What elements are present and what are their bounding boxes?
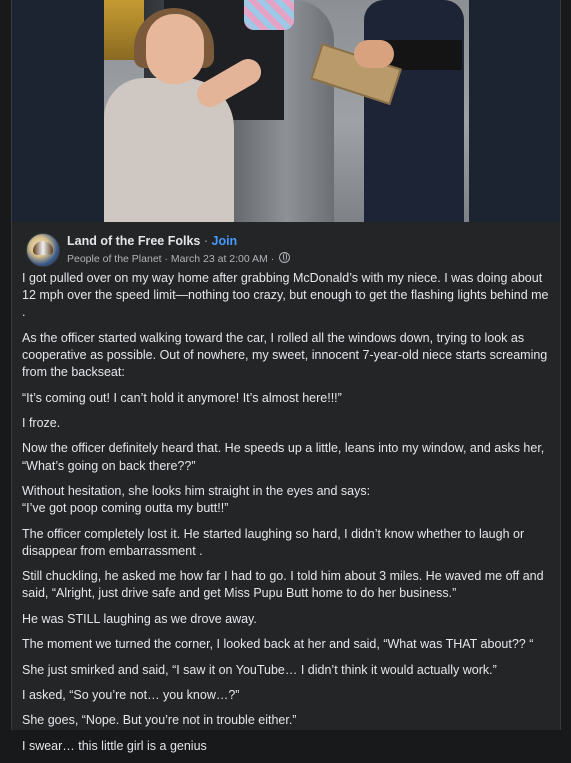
post-paragraph: He was STILL laughing as we drove away. <box>22 611 257 626</box>
photo-officer-hand <box>354 40 394 68</box>
post-card: Land of the Free Folks · Join People of … <box>11 0 561 753</box>
post-paragraph: Now the officer definitely heard that. H… <box>22 441 545 473</box>
eagle-icon <box>33 241 53 255</box>
post-timestamp[interactable]: March 23 at 2:00 AM <box>171 253 268 265</box>
post-paragraph: The moment we turned the corner, I looke… <box>22 637 534 652</box>
post-meta: People of the Planet · March 23 at 2:00 … <box>67 252 291 265</box>
join-button[interactable]: Join <box>212 234 238 248</box>
post-paragraph: Without hesitation, she looks him straig… <box>22 483 371 516</box>
globe-icon <box>279 252 291 263</box>
post-header: Land of the Free Folks · Join People of … <box>26 233 546 267</box>
post-paragraph: “It’s coming out! I can’t hold it anymor… <box>22 390 342 405</box>
post-photo[interactable] <box>104 0 469 222</box>
post-photo-container[interactable] <box>12 0 560 222</box>
post-paragraph: She just smirked and said, “I saw it on … <box>22 662 497 677</box>
author-link[interactable]: People of the Planet <box>67 253 162 265</box>
post-paragraph: The officer completely lost it. He start… <box>22 526 525 558</box>
post-paragraph: I asked, “So you’re not… you know…?” <box>22 687 240 702</box>
page-name-line: Land of the Free Folks · Join <box>67 234 237 248</box>
meta-separator-2: · <box>270 253 275 265</box>
post-body: I got pulled over on my way home after g… <box>22 270 550 763</box>
page-avatar[interactable] <box>26 233 60 267</box>
post-paragraph: I swear… this little girl is a genius <box>22 738 207 753</box>
separator-dot: · <box>203 234 209 248</box>
post-paragraph: Still chuckling, he asked me how far I h… <box>22 569 544 601</box>
photo-woman-face <box>146 14 204 84</box>
photo-child <box>244 0 294 30</box>
post-paragraph: I got pulled over on my way home after g… <box>22 271 549 320</box>
page-name-link[interactable]: Land of the Free Folks <box>67 234 200 248</box>
meta-separator: · <box>164 253 169 265</box>
post-paragraph: As the officer started walking toward th… <box>22 330 548 380</box>
post-paragraph: I froze. <box>22 415 61 430</box>
post-paragraph: She goes, “Nope. But you’re not in troub… <box>22 713 297 728</box>
photo-officer <box>364 0 464 222</box>
